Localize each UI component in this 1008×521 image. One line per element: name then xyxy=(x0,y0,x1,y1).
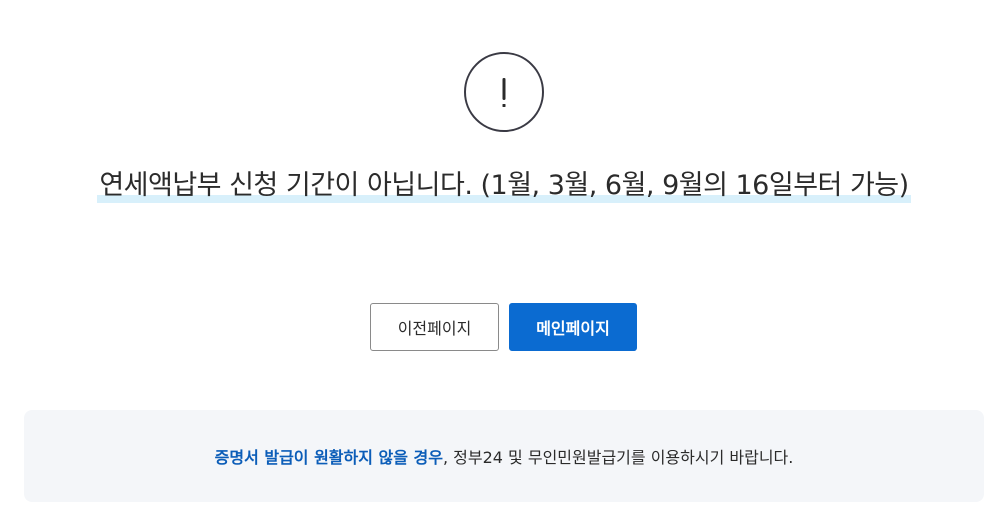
error-page: 연세액납부 신청 기간이 아닙니다. (1월, 3월, 6월, 9월의 16일부… xyxy=(0,0,1008,521)
title-container: 연세액납부 신청 기간이 아닙니다. (1월, 3월, 6월, 9월의 16일부… xyxy=(0,166,1008,206)
exclamation-icon xyxy=(502,78,506,107)
previous-page-button[interactable]: 이전페이지 xyxy=(370,303,499,351)
notice-box: 증명서 발급이 원활하지 않을 경우, 정부24 및 무인민원발급기를 이용하시… xyxy=(24,410,984,502)
notice-highlight-text: 증명서 발급이 원활하지 않을 경우 xyxy=(214,448,443,467)
notice-text: , 정부24 및 무인민원발급기를 이용하시기 바랍니다. xyxy=(443,448,794,467)
alert-circle xyxy=(464,52,544,132)
main-page-button[interactable]: 메인페이지 xyxy=(509,303,637,351)
page-title: 연세액납부 신청 기간이 아닙니다. (1월, 3월, 6월, 9월의 16일부… xyxy=(97,166,911,206)
